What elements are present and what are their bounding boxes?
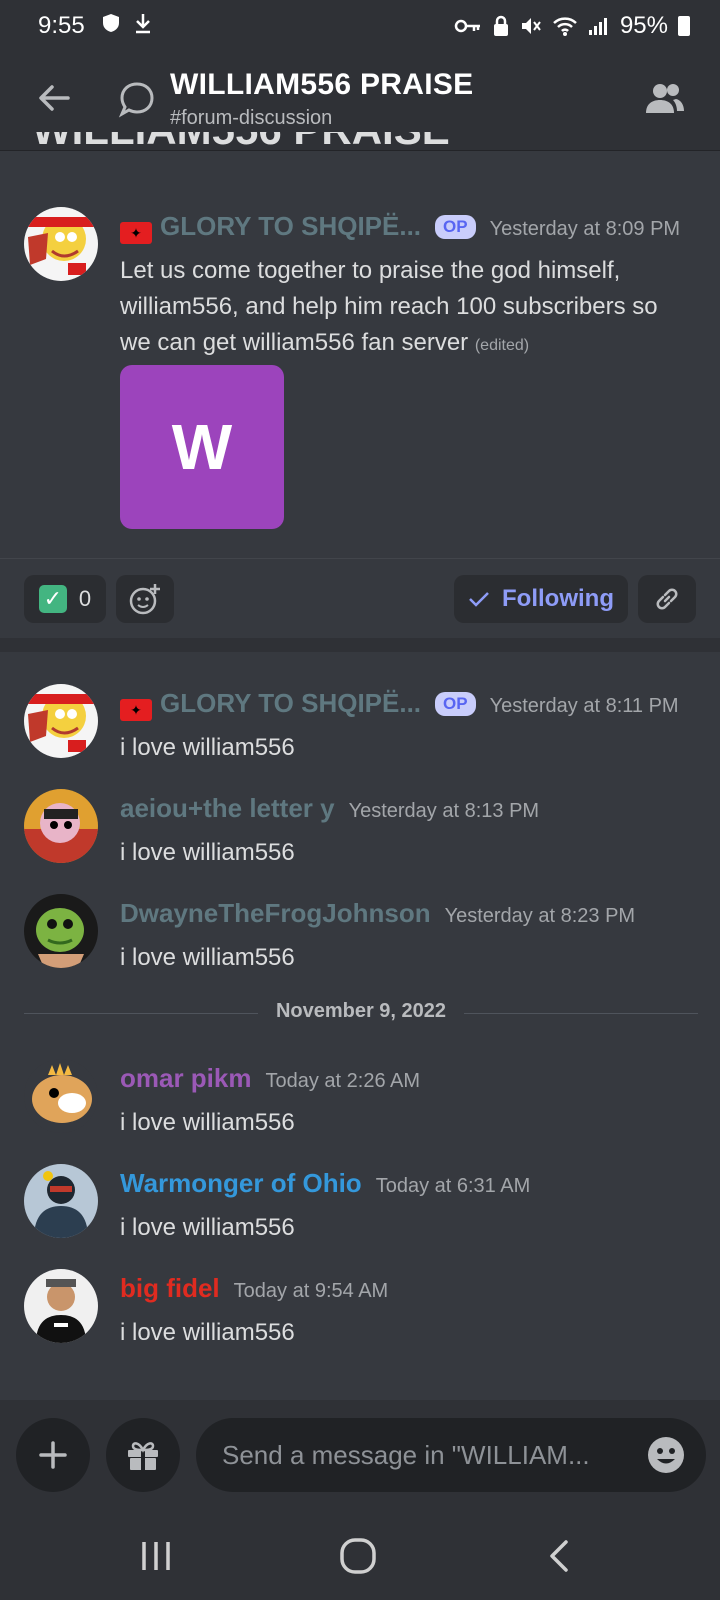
timestamp: Today at 6:31 AM [375,1175,531,1197]
attachment-image[interactable]: W [120,365,284,529]
message-text: i love william556 [120,1214,295,1241]
avatar[interactable] [24,894,98,968]
message-text: i love william556 [120,839,295,866]
add-reaction-icon [129,584,160,615]
add-reaction-button[interactable] [116,575,174,623]
username[interactable]: aeiou+the letter y [120,793,335,824]
timestamp: Yesterday at 8:09 PM [489,218,681,240]
wifi-icon [553,17,577,36]
message-text: Let us come together to praise the god h… [120,257,658,356]
signal-icon [588,18,607,35]
following-label: Following [502,585,614,612]
link-icon [656,588,678,610]
checkmark-icon [469,592,489,607]
timestamp: Yesterday at 8:23 PM [444,905,636,927]
thread-icon [118,82,154,118]
gift-button[interactable] [106,1418,180,1492]
download-icon [136,14,150,34]
message-composer: Send a message in "WILLIAM... [0,1400,720,1508]
shield-icon [103,14,119,32]
mute-icon [521,18,541,34]
post-actions: ✓ 0 Following [0,575,720,625]
channel-name[interactable]: #forum-discussion [170,107,332,130]
timestamp: Yesterday at 8:11 PM [489,695,679,717]
post-title-peek: WILLIAM556 PRAISE [32,132,450,152]
check-emoji-icon: ✓ [38,585,67,613]
battery-icon [678,16,690,36]
status-bar: 9:55 95% [0,0,720,52]
avatar[interactable] [24,1164,98,1238]
avatar[interactable] [24,1059,98,1133]
following-button[interactable]: Following [454,575,628,623]
message-input[interactable]: Send a message in "WILLIAM... [196,1418,706,1492]
avatar[interactable] [24,684,98,758]
gift-icon [128,1442,158,1470]
username[interactable]: DwayneTheFrogJohnson [120,898,431,929]
status-time: 9:55 [38,12,85,39]
recents-icon[interactable] [136,1536,176,1576]
avatar[interactable] [24,789,98,863]
username[interactable]: omar pikm [120,1063,252,1094]
lock-icon [493,15,508,36]
date-separator-label: November 9, 2022 [275,1000,447,1022]
home-icon[interactable] [338,1536,378,1576]
section-divider [0,638,720,652]
albania-flag-icon: ✦ [120,699,152,721]
message-input-placeholder: Send a message in "WILLIAM... [222,1440,590,1470]
add-attachment-button[interactable] [16,1418,90,1492]
key-icon [454,19,480,33]
edited-label: (edited) [474,337,530,354]
copy-link-button[interactable] [638,575,696,623]
message-text: i love william556 [120,944,295,971]
emoji-icon[interactable] [646,1435,686,1475]
message-text: i love william556 [120,1109,295,1136]
timestamp: Today at 9:54 AM [233,1280,389,1302]
albania-flag-icon: ✦ [120,222,152,244]
op-badge: OP [435,215,476,239]
username[interactable]: ✦ GLORY TO SHQIPË... [120,211,421,244]
username[interactable]: big fidel [120,1273,220,1304]
timestamp: Today at 2:26 AM [265,1070,421,1092]
reaction-check[interactable]: ✓ 0 [24,575,106,623]
username[interactable]: ✦ GLORY TO SHQIPË... [120,688,421,721]
message-text: i love william556 [120,734,295,761]
timestamp: Yesterday at 8:13 PM [348,800,540,822]
avatar[interactable] [24,207,98,281]
battery-percent: 95% [619,12,668,39]
plus-icon [39,1441,67,1469]
avatar[interactable] [24,1269,98,1343]
divider [0,558,720,559]
reaction-count: 0 [78,586,92,611]
date-separator: November 9, 2022 [24,1000,698,1026]
message-text: i love william556 [120,1319,295,1346]
page-title: WILLIAM556 PRAISE [170,68,474,101]
op-badge: OP [435,692,476,716]
back-arrow-icon[interactable] [34,78,74,118]
system-nav-bar [0,1508,720,1600]
nav-back-icon[interactable] [540,1536,580,1576]
members-icon[interactable] [644,80,686,116]
username[interactable]: Warmonger of Ohio [120,1168,362,1199]
